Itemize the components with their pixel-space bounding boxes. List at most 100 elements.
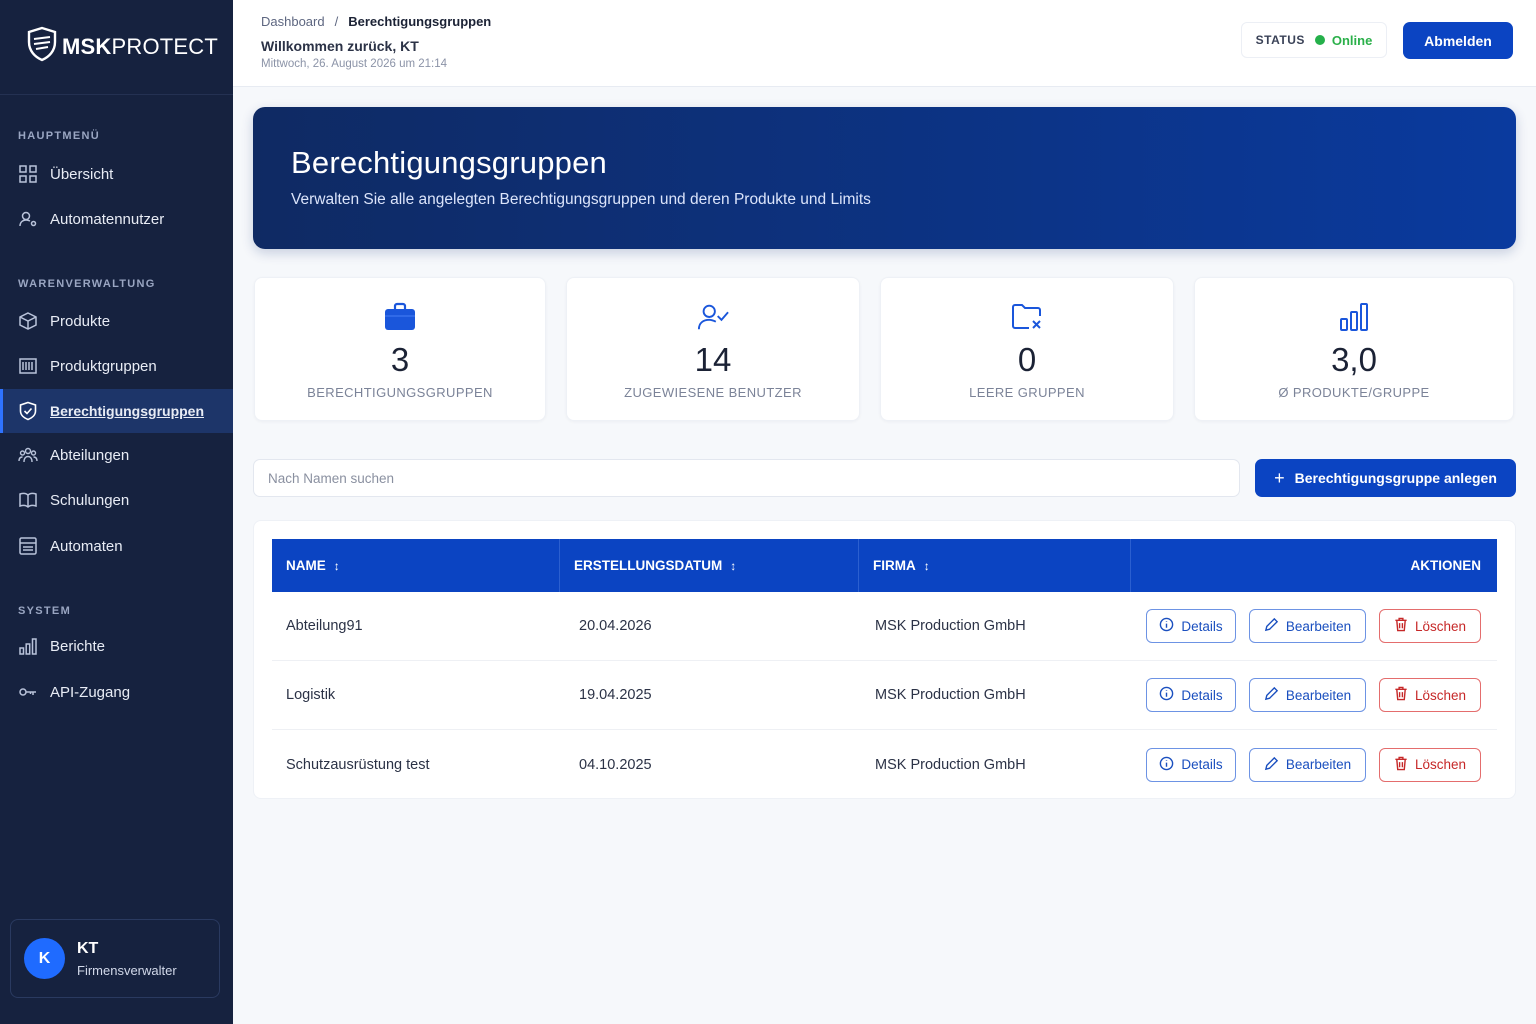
column-label: NAME bbox=[286, 558, 326, 573]
breadcrumb-separator: / bbox=[334, 14, 339, 29]
table-row: Logistik 19.04.2025 MSK Production GmbH … bbox=[272, 661, 1497, 730]
welcome-text: Willkommen zurück, KT bbox=[261, 38, 419, 54]
delete-label: Löschen bbox=[1414, 618, 1467, 634]
trash-icon bbox=[1394, 617, 1408, 635]
cell-name: Logistik bbox=[286, 687, 336, 703]
brand-logo: MSK PROTECT bbox=[26, 26, 218, 68]
edit-button[interactable]: Bearbeiten bbox=[1249, 678, 1366, 712]
sidebar-item-uebersicht[interactable]: Übersicht bbox=[0, 152, 233, 196]
sidebar-item-produktgruppen[interactable]: Produktgruppen bbox=[0, 344, 233, 388]
cell-date: 04.10.2025 bbox=[579, 756, 652, 773]
team-icon bbox=[18, 445, 38, 465]
stat-value: 0 bbox=[1017, 341, 1037, 378]
status-dot-icon bbox=[1314, 35, 1325, 45]
datetime-text: Mittwoch, 26. August 2026 um 21:14 bbox=[261, 58, 448, 70]
delete-button[interactable]: Löschen bbox=[1379, 609, 1481, 643]
user-check-icon bbox=[697, 302, 729, 332]
sidebar-item-label: Schulungen bbox=[50, 491, 130, 509]
stat-card-users: 14 ZUGEWIESENE BENUTZER bbox=[566, 277, 860, 421]
groups-table: NAME ↕ ERSTELLUNGSDATUM ↕ FIRMA ↕ AKTION… bbox=[253, 520, 1516, 799]
sidebar-item-label: Berichte bbox=[50, 637, 106, 655]
trash-icon bbox=[1394, 686, 1408, 704]
page-subtitle: Verwalten Sie alle angelegten Berechtigu… bbox=[291, 191, 871, 208]
cell-date: 19.04.2025 bbox=[579, 687, 652, 703]
edit-button[interactable]: Bearbeiten bbox=[1249, 747, 1366, 782]
avatar: K bbox=[24, 938, 65, 979]
breadcrumb-root[interactable]: Dashboard bbox=[261, 14, 325, 29]
logout-button[interactable]: Abmelden bbox=[1403, 22, 1513, 59]
sidebar-item-label: Automaten bbox=[50, 537, 123, 555]
box-icon bbox=[18, 311, 38, 331]
details-button[interactable]: Details bbox=[1146, 678, 1236, 712]
sidebar-item-automatennutzer[interactable]: Automatennutzer bbox=[0, 197, 233, 241]
sort-icon: ↕ bbox=[730, 558, 737, 573]
stat-card-avg-products: 3,0 Ø PRODUKTE/GRUPPE bbox=[1194, 277, 1514, 421]
column-header-date[interactable]: ERSTELLUNGSDATUM ↕ bbox=[560, 539, 859, 592]
user-settings-icon bbox=[18, 209, 38, 229]
column-header-name[interactable]: NAME ↕ bbox=[272, 539, 560, 592]
barcode-icon bbox=[18, 356, 38, 376]
shield-check-icon bbox=[18, 401, 38, 421]
sidebar-item-label: Übersicht bbox=[50, 165, 114, 183]
table-row: Schutzausrüstung test 04.10.2025 MSK Pro… bbox=[272, 730, 1497, 799]
book-icon bbox=[18, 490, 38, 510]
status-label: STATUS bbox=[1255, 33, 1305, 47]
brand-name-light: PROTECT bbox=[111, 34, 219, 59]
brand[interactable]: MSK PROTECT bbox=[0, 0, 233, 95]
brand-name-strong: MSK bbox=[62, 34, 112, 59]
sidebar-item-label: API-Zugang bbox=[50, 683, 131, 701]
stat-value: 3 bbox=[390, 341, 410, 378]
details-button[interactable]: Details bbox=[1146, 609, 1236, 643]
stat-label: LEERE GRUPPEN bbox=[969, 385, 1085, 400]
sidebar-item-berichte[interactable]: Berichte bbox=[0, 624, 233, 668]
row-actions: Details Bearbeiten Löschen bbox=[1146, 747, 1497, 782]
stat-card-groups: 3 BERECHTIGUNGSGRUPPEN bbox=[254, 277, 546, 421]
user-card[interactable]: K KT Firmensverwalter bbox=[10, 919, 220, 998]
sidebar-item-berechtigungsgruppen[interactable]: Berechtigungsgruppen bbox=[0, 389, 233, 433]
nav-section-warenverwaltung: WARENVERWALTUNG bbox=[18, 278, 156, 290]
nav-section-system: SYSTEM bbox=[18, 605, 72, 617]
table-row: Abteilung91 20.04.2026 MSK Production Gm… bbox=[272, 592, 1497, 661]
row-actions: Details Bearbeiten Löschen bbox=[1146, 609, 1497, 643]
edit-button[interactable]: Bearbeiten bbox=[1249, 609, 1366, 643]
cell-date: 20.04.2026 bbox=[579, 618, 652, 634]
row-actions: Details Bearbeiten Löschen bbox=[1146, 678, 1497, 712]
sidebar-item-api-zugang[interactable]: API-Zugang bbox=[0, 670, 233, 714]
delete-button[interactable]: Löschen bbox=[1379, 678, 1481, 712]
vending-icon bbox=[18, 536, 38, 556]
sidebar-item-schulungen[interactable]: Schulungen bbox=[0, 478, 233, 522]
add-group-button[interactable]: + Berechtigungsgruppe anlegen bbox=[1255, 459, 1516, 497]
details-label: Details bbox=[1181, 618, 1223, 634]
cell-name: Abteilung91 bbox=[286, 618, 363, 634]
details-button[interactable]: Details bbox=[1146, 747, 1236, 782]
add-group-label: Berechtigungsgruppe anlegen bbox=[1294, 470, 1497, 486]
column-label: ERSTELLUNGSDATUM bbox=[574, 558, 723, 573]
plus-icon: + bbox=[1274, 468, 1285, 488]
stat-value: 3,0 bbox=[1331, 341, 1377, 378]
status-badge: STATUS Online bbox=[1241, 22, 1387, 58]
sidebar-item-abteilungen[interactable]: Abteilungen bbox=[0, 433, 233, 477]
table-header: NAME ↕ ERSTELLUNGSDATUM ↕ FIRMA ↕ AKTION… bbox=[272, 539, 1497, 592]
edit-label: Bearbeiten bbox=[1285, 687, 1352, 703]
sidebar-item-label: Produkte bbox=[50, 312, 111, 330]
stat-value: 14 bbox=[694, 341, 732, 378]
stat-label: BERECHTIGUNGSGRUPPEN bbox=[307, 385, 493, 400]
info-icon bbox=[1159, 617, 1174, 635]
breadcrumb-current: Berechtigungsgruppen bbox=[348, 14, 492, 29]
column-label: AKTIONEN bbox=[1410, 558, 1482, 573]
key-icon bbox=[18, 682, 38, 702]
sidebar-item-label: Berechtigungsgruppen bbox=[50, 403, 205, 419]
info-icon bbox=[1159, 686, 1174, 704]
search-input[interactable] bbox=[253, 459, 1240, 497]
pencil-icon bbox=[1264, 756, 1279, 774]
sidebar-item-automaten[interactable]: Automaten bbox=[0, 524, 233, 568]
top-header: Dashboard / Berechtigungsgruppen Willkom… bbox=[233, 0, 1536, 87]
delete-label: Löschen bbox=[1414, 687, 1467, 703]
page-hero: Berechtigungsgruppen Verwalten Sie alle … bbox=[253, 107, 1516, 249]
column-header-company[interactable]: FIRMA ↕ bbox=[859, 539, 1131, 592]
edit-label: Bearbeiten bbox=[1285, 757, 1352, 772]
delete-button[interactable]: Löschen bbox=[1379, 747, 1481, 782]
sidebar-item-produkte[interactable]: Produkte bbox=[0, 299, 233, 343]
trash-icon bbox=[1394, 756, 1408, 774]
edit-label: Bearbeiten bbox=[1285, 618, 1352, 634]
